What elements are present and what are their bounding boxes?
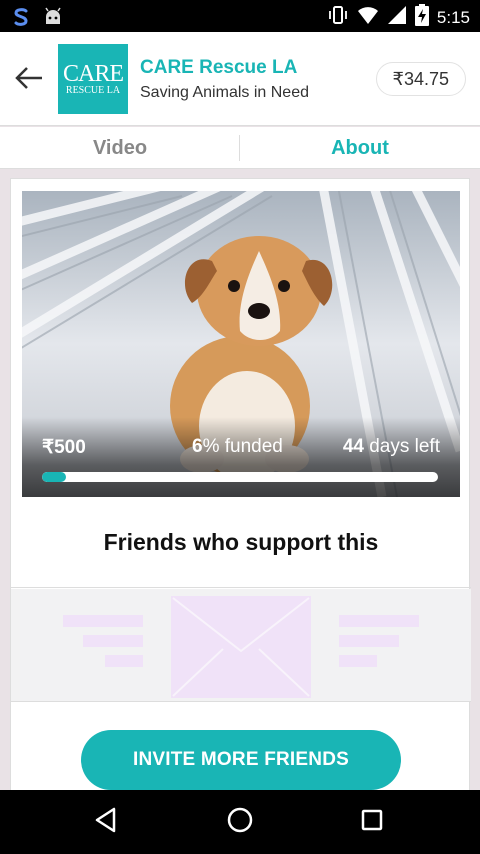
status-bar: 5:15 (0, 0, 480, 32)
battery-charging-icon (414, 4, 429, 31)
friends-support-title: Friends who support this (103, 529, 379, 555)
android-icon (42, 6, 64, 33)
back-button[interactable] (10, 62, 48, 98)
logo-text-care: CARE (62, 60, 124, 87)
nav-home-icon (226, 806, 254, 839)
nav-back-icon (94, 807, 118, 838)
signal-icon (387, 5, 407, 30)
funding-progress-bar (42, 472, 438, 482)
logo-text-rescue: RESCUE LA (65, 84, 121, 96)
back-arrow-icon (14, 66, 44, 95)
organization-name: CARE Rescue LA (140, 57, 298, 78)
organization-tagline: Saving Animals in Need (140, 84, 309, 101)
clock: 5:15 (436, 7, 470, 27)
nav-home-button[interactable] (220, 804, 260, 840)
divider (11, 701, 471, 702)
organization-logo: CARE RESCUE LA (58, 44, 128, 114)
days-value: 44 (342, 436, 364, 457)
funded-suffix: % funded (202, 436, 283, 457)
funding-goal: ₹500 (42, 437, 86, 458)
days-suffix: days left (369, 436, 440, 457)
system-nav-bar (0, 790, 480, 854)
s-app-icon (10, 6, 32, 33)
funding-progress-fill (42, 472, 66, 482)
tab-bar: Video About (0, 127, 480, 169)
nav-recents-icon (360, 808, 384, 837)
days-left: 44 days left (343, 436, 440, 458)
divider (11, 587, 471, 588)
campaign-card: ₹500 6% funded 44 days left Friends who … (10, 178, 471, 798)
app-header: CARE RESCUE LA CARE Rescue LA Saving Ani… (0, 32, 480, 126)
invite-more-friends-button[interactable]: INVITE MORE FRIENDS (81, 730, 401, 790)
nav-recents-button[interactable] (352, 804, 392, 840)
nav-back-button[interactable] (86, 804, 126, 840)
wifi-icon (357, 5, 379, 30)
vibrate-icon (327, 4, 349, 31)
wallet-balance[interactable]: ₹34.75 (375, 62, 466, 96)
funded-value: 6 (192, 436, 203, 457)
tab-about[interactable]: About (240, 127, 480, 169)
tab-video[interactable]: Video (0, 127, 240, 169)
funded-percent: 6% funded (192, 436, 283, 458)
envelope-icon (63, 596, 419, 698)
friends-illustration (11, 589, 471, 701)
campaign-image: ₹500 6% funded 44 days left (22, 191, 460, 497)
